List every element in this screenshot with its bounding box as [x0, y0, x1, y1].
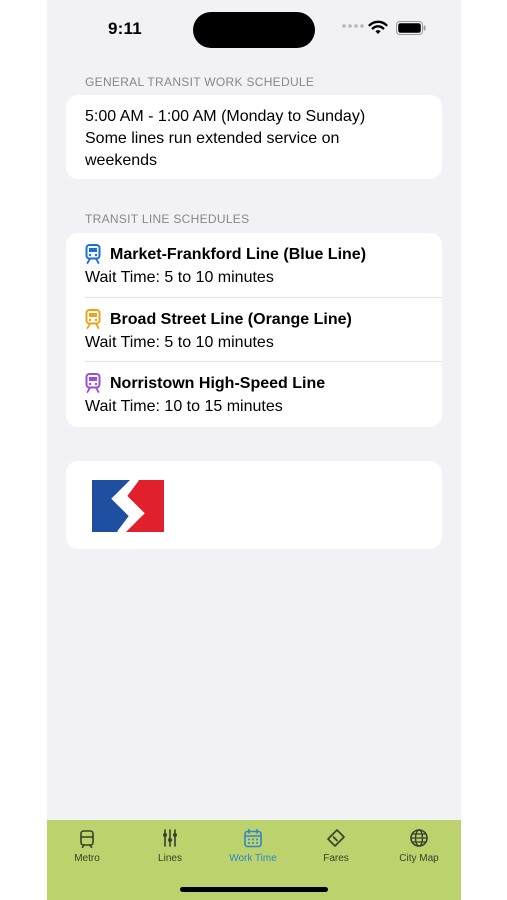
general-hours: 5:00 AM - 1:00 AM (Monday to Sunday): [85, 108, 366, 125]
line-wait-time: Wait Time: 5 to 10 minutes: [85, 269, 274, 286]
tab-fares[interactable]: Fares: [295, 828, 377, 868]
wifi-icon: [368, 20, 388, 34]
battery-icon: [396, 21, 426, 35]
tab-city-map[interactable]: City Map: [378, 828, 460, 868]
tab-label: Lines: [158, 853, 182, 864]
general-note-line2: weekends: [85, 152, 158, 169]
line-schedules-card: Market-Frankford Line (Blue Line) Wait T…: [66, 233, 442, 427]
tab-bar: Metro Lines Work Time Fares City Map: [47, 820, 461, 900]
ticket-icon: [327, 829, 345, 847]
general-note-line1: Some lines run extended service on: [85, 130, 340, 147]
tab-label: Fares: [323, 853, 349, 864]
train-icon: [85, 373, 101, 393]
dynamic-island: [193, 12, 315, 48]
app-screen: 9:11 GENERAL TRANSIT WORK SCHEDULE 5:00 …: [47, 0, 461, 900]
train-icon: [85, 309, 101, 329]
status-time: 9:11: [108, 19, 142, 38]
home-indicator[interactable]: [180, 887, 328, 892]
train-icon: [85, 244, 101, 264]
logo-card: [66, 461, 442, 549]
general-schedule-header: GENERAL TRANSIT WORK SCHEDULE: [85, 75, 315, 89]
tab-label: Work Time: [229, 853, 277, 864]
line-name: Norristown High-Speed Line: [110, 375, 326, 392]
tab-label: City Map: [399, 853, 439, 864]
calendar-icon: [244, 828, 262, 848]
cellular-signal-icon: [342, 24, 364, 28]
building-icon: [80, 830, 94, 848]
tab-metro[interactable]: Metro: [47, 828, 128, 868]
line-row-norristown[interactable]: Norristown High-Speed Line Wait Time: 10…: [66, 362, 442, 426]
line-name: Market-Frankford Line (Blue Line): [110, 246, 367, 263]
tab-work-time[interactable]: Work Time: [212, 828, 294, 868]
tab-lines[interactable]: Lines: [129, 828, 211, 868]
septa-logo: [92, 479, 164, 533]
status-bar: 9:11: [47, 0, 461, 60]
line-schedules-header: TRANSIT LINE SCHEDULES: [85, 212, 250, 226]
line-wait-time: Wait Time: 5 to 10 minutes: [85, 334, 274, 351]
tab-label: Metro: [74, 853, 100, 864]
line-row-broad-street[interactable]: Broad Street Line (Orange Line) Wait Tim…: [66, 298, 442, 362]
globe-icon: [410, 829, 428, 847]
line-row-market-frankford[interactable]: Market-Frankford Line (Blue Line) Wait T…: [66, 233, 442, 297]
line-name: Broad Street Line (Orange Line): [110, 311, 352, 328]
general-schedule-card: 5:00 AM - 1:00 AM (Monday to Sunday) Som…: [66, 95, 442, 179]
line-wait-time: Wait Time: 10 to 15 minutes: [85, 398, 283, 415]
lines-icon: [163, 829, 177, 847]
